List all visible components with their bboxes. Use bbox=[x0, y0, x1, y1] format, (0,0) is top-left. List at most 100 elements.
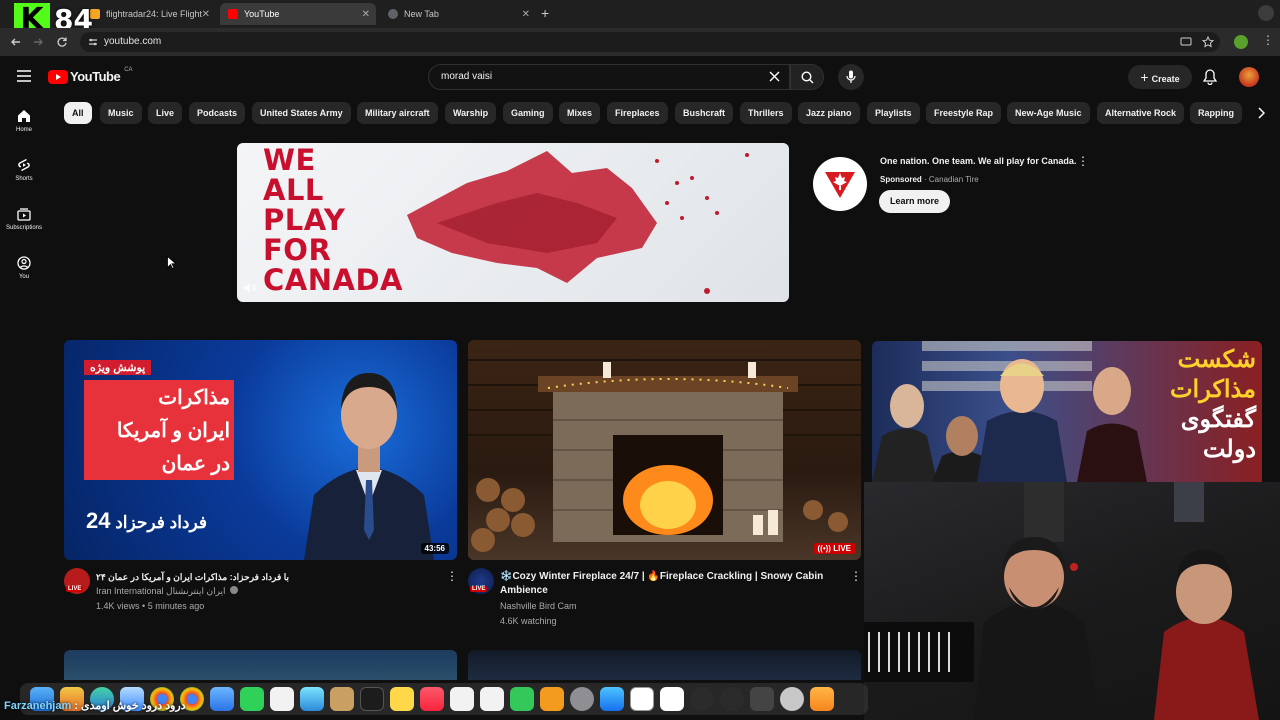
mail-icon[interactable] bbox=[210, 687, 234, 711]
music-icon[interactable] bbox=[420, 687, 444, 711]
video-thumbnail[interactable]: ((•)) LIVE bbox=[468, 340, 861, 560]
hamburger-menu-icon[interactable] bbox=[17, 70, 31, 82]
facetime-icon[interactable] bbox=[240, 687, 264, 711]
tab-flightradar[interactable]: flightradar24: Live Flight Tra... ✕ bbox=[82, 3, 216, 25]
audio-plugin-icon[interactable] bbox=[720, 687, 744, 711]
sidebar-item-label: Subscriptions bbox=[5, 225, 43, 231]
voice-search-button[interactable] bbox=[838, 64, 864, 90]
news-icon[interactable] bbox=[480, 687, 504, 711]
learn-more-button[interactable]: Learn more bbox=[879, 190, 951, 213]
video-menu-icon[interactable]: ⋮ bbox=[850, 569, 862, 583]
close-tab-icon[interactable]: ✕ bbox=[202, 9, 210, 20]
video-thumbnail[interactable]: پوشش ویژه مذاکرات ایران و آمریکا در عمان… bbox=[64, 340, 457, 560]
new-tab-plus-icon[interactable]: + bbox=[541, 5, 549, 21]
youtube-favicon-icon bbox=[228, 9, 238, 19]
ad-title[interactable]: One nation. One team. We all play for Ca… bbox=[880, 156, 1076, 166]
shorts-icon bbox=[18, 158, 30, 172]
chip-mixes[interactable]: Mixes bbox=[559, 102, 601, 124]
clear-search-icon[interactable] bbox=[769, 71, 780, 82]
maps-icon[interactable] bbox=[300, 687, 324, 711]
video-title[interactable]: ۲۴ با فرداد فرحزاد: مذاکرات ایران و آمری… bbox=[96, 570, 436, 584]
search-icon bbox=[801, 71, 814, 84]
tab-new-tab[interactable]: New Tab ✕ bbox=[380, 3, 536, 25]
chip-podcasts[interactable]: Podcasts bbox=[189, 102, 246, 124]
url-field[interactable]: youtube.com bbox=[80, 32, 1220, 52]
chip-music[interactable]: Music bbox=[100, 102, 142, 124]
chip-rapping[interactable]: Rapping bbox=[1190, 102, 1242, 124]
profile-avatar[interactable] bbox=[1234, 35, 1248, 49]
chip-playlists[interactable]: Playlists bbox=[867, 102, 920, 124]
reminders-icon[interactable] bbox=[270, 687, 294, 711]
chip-freestyle-rap[interactable]: Freestyle Rap bbox=[926, 102, 1002, 124]
pages-icon[interactable] bbox=[540, 687, 564, 711]
archive-icon[interactable] bbox=[330, 687, 354, 711]
chip-bushcraft[interactable]: Bushcraft bbox=[675, 102, 734, 124]
close-tab-icon[interactable]: ✕ bbox=[522, 9, 530, 20]
youtube-logo[interactable]: YouTube CA bbox=[48, 67, 133, 84]
verified-check-icon bbox=[230, 586, 239, 594]
app-store-icon[interactable] bbox=[600, 687, 624, 711]
video-thumbnail[interactable] bbox=[468, 650, 861, 680]
chips-next-chevron-icon[interactable] bbox=[1257, 107, 1265, 119]
system-settings-icon[interactable] bbox=[570, 687, 594, 711]
site-info-icon[interactable] bbox=[88, 37, 98, 47]
account-avatar[interactable] bbox=[1239, 67, 1259, 87]
channel-avatar[interactable]: LIVE bbox=[468, 568, 494, 594]
fl-studio-icon[interactable] bbox=[810, 687, 834, 711]
obs-icon[interactable] bbox=[750, 687, 774, 711]
notion-icon[interactable] bbox=[630, 687, 654, 711]
notifications-bell-icon[interactable] bbox=[1203, 69, 1217, 85]
filter-chips-bar: All Music Live Podcasts United States Ar… bbox=[64, 102, 1280, 126]
tab-search-icon[interactable] bbox=[1258, 5, 1274, 21]
chip-warship[interactable]: Warship bbox=[445, 102, 497, 124]
chip-thrillers[interactable]: Thrillers bbox=[740, 102, 792, 124]
thumb-headline: شکست مذاکرات گفتگوی دولت bbox=[1150, 345, 1256, 465]
sidebar-item-home[interactable]: Home bbox=[0, 109, 48, 133]
calendar-icon[interactable] bbox=[450, 687, 474, 711]
create-button[interactable]: + Create bbox=[1128, 65, 1192, 89]
chip-gaming[interactable]: Gaming bbox=[503, 102, 553, 124]
browser-toolbar: youtube.com ⋮ bbox=[0, 28, 1280, 56]
audio-app-icon[interactable] bbox=[690, 687, 714, 711]
sidebar-item-shorts[interactable]: Shorts bbox=[0, 158, 48, 182]
install-app-icon[interactable] bbox=[1180, 36, 1192, 48]
tab-youtube[interactable]: YouTube ✕ bbox=[220, 3, 376, 25]
chip-alternative-rock[interactable]: Alternative Rock bbox=[1097, 102, 1185, 124]
bookmark-star-icon[interactable] bbox=[1202, 36, 1214, 48]
chip-fireplaces[interactable]: Fireplaces bbox=[607, 102, 668, 124]
channel-name[interactable]: Iran International ایران اینترنشنال bbox=[96, 586, 239, 597]
notes-icon[interactable] bbox=[390, 687, 414, 711]
channel-name[interactable]: Nashville Bird Cam bbox=[500, 601, 577, 611]
chip-military-aircraft[interactable]: Military aircraft bbox=[357, 102, 438, 124]
browser-menu-icon[interactable]: ⋮ bbox=[1262, 33, 1274, 47]
close-tab-icon[interactable]: ✕ bbox=[362, 9, 370, 20]
advertiser-logo[interactable] bbox=[813, 157, 867, 211]
chip-jazz-piano[interactable]: Jazz piano bbox=[798, 102, 860, 124]
video-title[interactable]: ❄️Cozy Winter Fireplace 24/7 | 🔥Fireplac… bbox=[500, 570, 840, 598]
video-thumbnail[interactable] bbox=[64, 650, 457, 680]
video-menu-icon[interactable]: ⋮ bbox=[446, 569, 458, 583]
back-arrow-icon[interactable] bbox=[10, 36, 22, 48]
forward-arrow-icon[interactable] bbox=[32, 36, 44, 48]
create-label: Create bbox=[1151, 74, 1180, 84]
thumb-headline-line: گفتگوی bbox=[1180, 406, 1256, 433]
search-button[interactable] bbox=[790, 64, 824, 90]
apple-tv-icon[interactable] bbox=[360, 687, 384, 711]
chip-live[interactable]: Live bbox=[148, 102, 183, 124]
sidebar-item-you[interactable]: You bbox=[0, 256, 48, 280]
search-input[interactable]: morad vaisi bbox=[428, 64, 790, 90]
video-thumbnail[interactable]: شکست مذاکرات گفتگوی دولت bbox=[872, 341, 1262, 482]
chip-united-states-army[interactable]: United States Army bbox=[252, 102, 351, 124]
calendar-31-icon[interactable] bbox=[660, 687, 684, 711]
mute-icon[interactable] bbox=[243, 282, 257, 294]
chip-new-age-music[interactable]: New-Age Music bbox=[1007, 102, 1090, 124]
utility-app-icon[interactable] bbox=[780, 687, 804, 711]
reload-icon[interactable] bbox=[56, 36, 68, 48]
ad-menu-icon[interactable]: ⋮ bbox=[1077, 154, 1089, 168]
ad-banner[interactable]: WE ALL PLAY FOR CANADA bbox=[237, 143, 789, 302]
chip-all[interactable]: All bbox=[64, 102, 92, 124]
sidebar-item-subscriptions[interactable]: Subscriptions bbox=[0, 207, 48, 231]
channel-avatar[interactable]: LIVE bbox=[64, 568, 90, 594]
browser-tab-strip: flightradar24: Live Flight Tra... ✕ YouT… bbox=[0, 0, 1280, 28]
numbers-icon[interactable] bbox=[510, 687, 534, 711]
